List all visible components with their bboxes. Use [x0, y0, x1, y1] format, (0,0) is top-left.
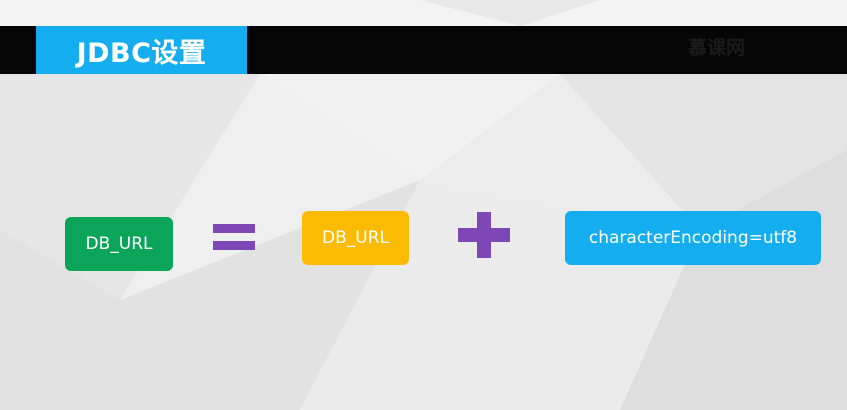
db-url-right-box: DB_URL: [302, 211, 409, 265]
character-encoding-label: characterEncoding=utf8: [588, 228, 798, 248]
page-title: JDBC设置: [36, 26, 247, 74]
corner-watermark: 慕课网: [688, 37, 746, 59]
equals-icon: [213, 224, 255, 251]
character-encoding-box: characterEncoding=utf8: [565, 211, 821, 265]
plus-icon: [458, 212, 510, 258]
equals-bar-top: [213, 224, 255, 233]
db-url-left-label: DB_URL: [85, 234, 153, 254]
equals-bar-bottom: [213, 241, 255, 250]
db-url-left-box: DB_URL: [65, 217, 173, 271]
plus-bar-vertical: [477, 212, 491, 258]
db-url-right-label: DB_URL: [322, 228, 389, 248]
